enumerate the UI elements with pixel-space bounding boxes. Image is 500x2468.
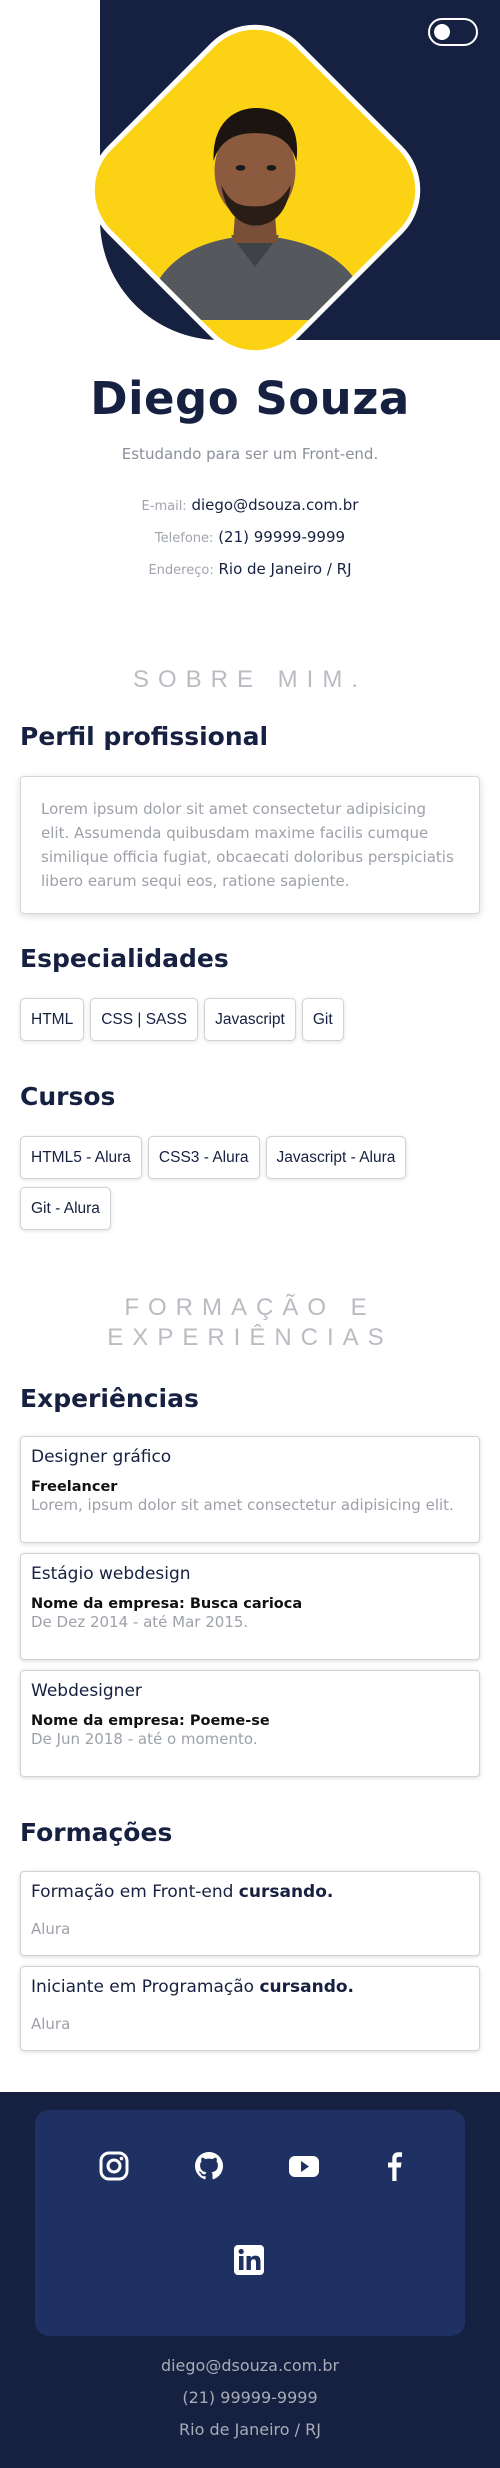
hero-section	[0, 0, 500, 381]
courses-title: Cursos	[20, 1082, 116, 1111]
experience-role: Designer gráfico	[31, 1447, 172, 1467]
education-course: Formação em Front-end cursando.	[31, 1882, 469, 1902]
education-course-name: Iniciante em Programação	[31, 1977, 255, 1997]
footer-phone[interactable]: (21) 99999-9999	[0, 2388, 500, 2407]
experiences-title: Experiências	[20, 1384, 199, 1413]
education-school: Alura	[31, 2015, 71, 2033]
github-icon[interactable]	[191, 2148, 227, 2184]
theme-toggle[interactable]	[428, 18, 478, 46]
contact-address-value: Rio de Janeiro / RJ	[218, 560, 352, 578]
experience-detail: Lorem, ipsum dolor sit amet consectetur …	[31, 1496, 454, 1514]
profile-description: Lorem ipsum dolor sit amet consectetur a…	[41, 800, 454, 890]
skill-chip: HTML	[20, 998, 85, 1041]
education-card: Iniciante em Programação cursando. Alura	[20, 1966, 480, 2051]
experience-card: Webdesigner Nome da empresa: Poeme-se De…	[20, 1670, 480, 1777]
experience-role: Estágio webdesign	[31, 1564, 191, 1584]
course-chip: Git - Alura	[20, 1187, 111, 1230]
education-title: Formações	[20, 1818, 173, 1847]
courses-list: HTML5 - Alura CSS3 - Alura Javascript - …	[20, 1136, 490, 1230]
education-course-name: Formação em Front-end	[31, 1882, 234, 1902]
skill-chip: CSS | SASS	[90, 998, 199, 1041]
education-card: Formação em Front-end cursando. Alura	[20, 1871, 480, 1956]
experience-company: Nome da empresa: Busca carioca	[31, 1596, 303, 1612]
profile-subtitle: Estudando para ser um Front-end.	[121, 445, 379, 463]
about-heading: SOBRE MIM.	[132, 666, 367, 693]
experience-heading-line1: FORMAÇÃO E	[124, 1294, 376, 1321]
instagram-icon[interactable]	[96, 2148, 132, 2184]
education-course: Iniciante em Programação cursando.	[31, 1977, 469, 1997]
profile-title: Perfil profissional	[20, 722, 269, 751]
experience-card: Designer gráfico Freelancer Lorem, ipsum…	[20, 1436, 480, 1543]
contact-phone-label: Telefone:	[154, 531, 214, 546]
profile-name: Diego Souza	[90, 372, 410, 425]
youtube-icon[interactable]	[286, 2148, 322, 2184]
experience-company: Nome da empresa: Poeme-se	[31, 1713, 270, 1729]
contact-phone: Telefone: (21) 99999-9999	[0, 528, 500, 546]
toggle-knob	[434, 24, 450, 40]
education-school: Alura	[31, 1920, 71, 1938]
profile-description-card: Lorem ipsum dolor sit amet consectetur a…	[20, 776, 480, 914]
course-chip: HTML5 - Alura	[20, 1136, 142, 1179]
experience-role: Webdesigner	[31, 1681, 142, 1701]
contact-email-label: E-mail:	[141, 499, 187, 514]
facebook-icon[interactable]	[376, 2148, 412, 2184]
experience-detail: De Dez 2014 - até Mar 2015.	[31, 1613, 249, 1631]
social-links	[35, 2110, 465, 2336]
footer-email[interactable]: diego@dsouza.com.br	[0, 2356, 500, 2375]
footer: diego@dsouza.com.br (21) 99999-9999 Rio …	[0, 2092, 500, 2468]
contact-address-label: Endereço:	[148, 563, 214, 578]
contact-email-value[interactable]: diego@dsouza.com.br	[191, 496, 358, 514]
experience-card: Estágio webdesign Nome da empresa: Busca…	[20, 1553, 480, 1660]
course-chip: CSS3 - Alura	[147, 1136, 260, 1179]
skill-chip: Javascript	[204, 998, 296, 1041]
contact-phone-value[interactable]: (21) 99999-9999	[218, 528, 345, 546]
skills-title: Especialidades	[20, 944, 229, 973]
contact-address: Endereço: Rio de Janeiro / RJ	[0, 560, 500, 578]
person-avatar-image	[144, 107, 371, 320]
skills-list: HTML CSS | SASS Javascript Git	[20, 998, 490, 1041]
linkedin-icon[interactable]	[231, 2242, 267, 2278]
skill-chip: Git	[301, 998, 344, 1041]
experience-company: Freelancer	[31, 1479, 118, 1495]
course-chip: Javascript - Alura	[265, 1136, 407, 1179]
contact-email: E-mail: diego@dsouza.com.br	[0, 496, 500, 514]
education-status: cursando.	[259, 1977, 355, 1997]
footer-address: Rio de Janeiro / RJ	[179, 2420, 321, 2439]
experience-heading-line2: EXPERIÊNCIAS	[107, 1324, 393, 1351]
education-status: cursando.	[238, 1882, 334, 1902]
experience-detail: De Jun 2018 - até o momento.	[31, 1730, 258, 1748]
